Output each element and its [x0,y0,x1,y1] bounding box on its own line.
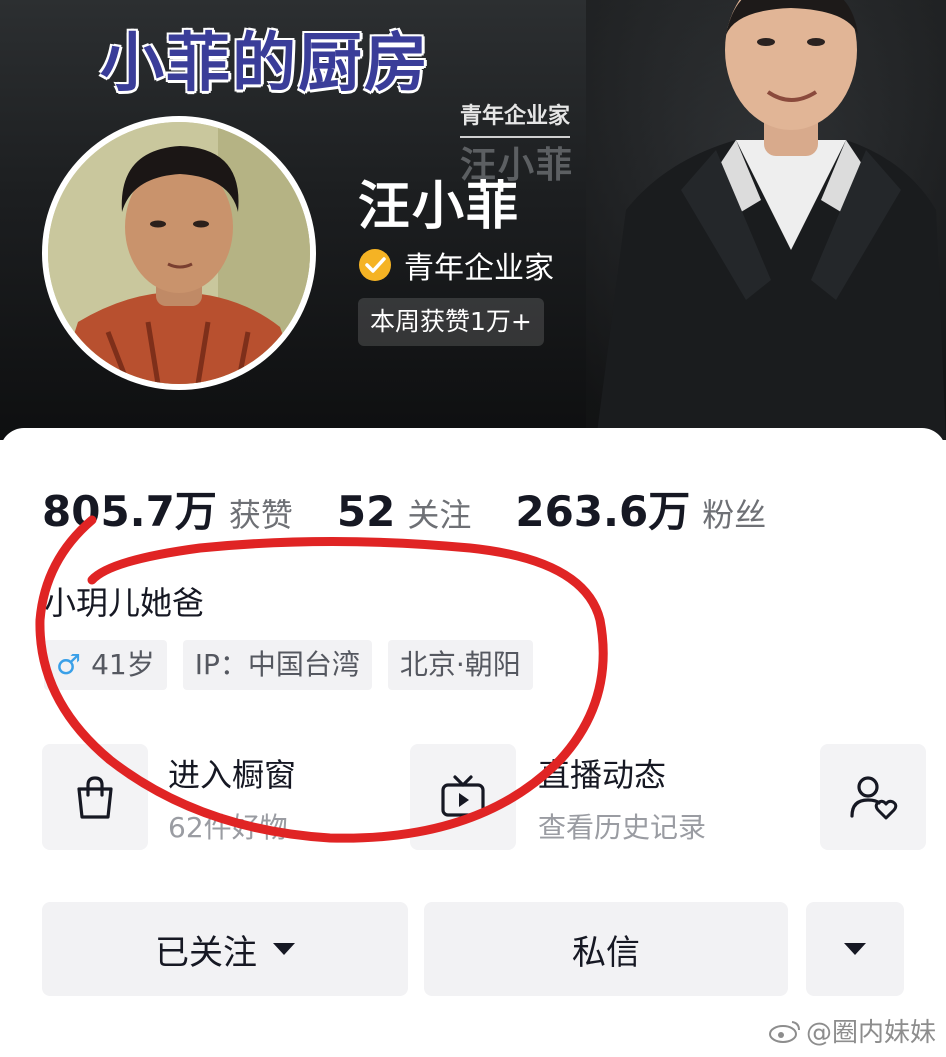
weibo-icon [768,1020,800,1043]
message-button-label: 私信 [572,932,640,973]
follow-button-label: 已关注 [155,932,257,973]
weekly-likes-badge[interactable]: 本周获赞1万+ [358,298,544,346]
stat-followers-label: 粉丝 [702,496,767,534]
tag-ip: IP：中国台湾 [182,640,372,690]
follow-button[interactable]: 已关注 [42,902,408,996]
tag-age-text: 41岁 [91,648,155,681]
live-tile-icon-box[interactable] [410,744,516,850]
caret-down-icon [273,943,295,955]
stats-row: 805.7万 获赞 52 关注 263.6万 粉丝 [42,478,810,539]
banner-title: 小菲的厨房 [100,27,430,101]
tag-age: ♂ 41岁 [44,640,167,690]
male-icon: ♂ [56,648,82,681]
banner-tagline: 青年企业家 [460,98,571,138]
profile-name: 汪小菲 [358,177,521,237]
stat-following[interactable]: 52 关注 [337,487,471,536]
stat-following-value: 52 [336,487,396,536]
shop-tile-title[interactable]: 进入橱窗 [168,750,296,796]
user-heart-icon [850,776,898,820]
shop-tile-icon-box[interactable] [42,744,148,850]
avatar-photo [48,122,310,384]
friend-button[interactable] [820,744,926,850]
shop-tile-subtitle: 62件好物 [168,811,288,844]
profile-bio: 小玥儿她爸 [44,584,205,622]
watermark: @圈内妹妹 [768,1012,936,1049]
tv-icon [441,775,485,817]
stat-likes-value: 805.7万 [42,487,217,536]
stat-likes[interactable]: 805.7万 获赞 [42,478,293,539]
stat-followers[interactable]: 263.6万 粉丝 [515,478,766,539]
verification: 青年企业家 [358,243,554,287]
live-tile-title[interactable]: 直播动态 [538,750,666,796]
profile-tags: ♂ 41岁 IP：中国台湾 北京·朝阳 [44,640,549,690]
dropdown-icon [844,943,866,955]
stat-followers-value: 263.6万 [515,487,691,536]
banner-portrait [586,0,946,440]
live-tile-subtitle: 查看历史记录 [538,811,707,844]
message-button[interactable]: 私信 [424,902,788,996]
shopping-bag-icon [77,776,113,819]
avatar[interactable] [42,116,316,390]
watermark-text: @圈内妹妹 [805,1018,936,1048]
stat-following-label: 关注 [407,496,472,534]
verified-badge-icon [359,249,391,281]
verified-label: 青年企业家 [404,251,554,286]
stat-likes-label: 获赞 [228,496,293,534]
more-button[interactable] [806,902,904,996]
tag-location: 北京·朝阳 [387,640,533,690]
